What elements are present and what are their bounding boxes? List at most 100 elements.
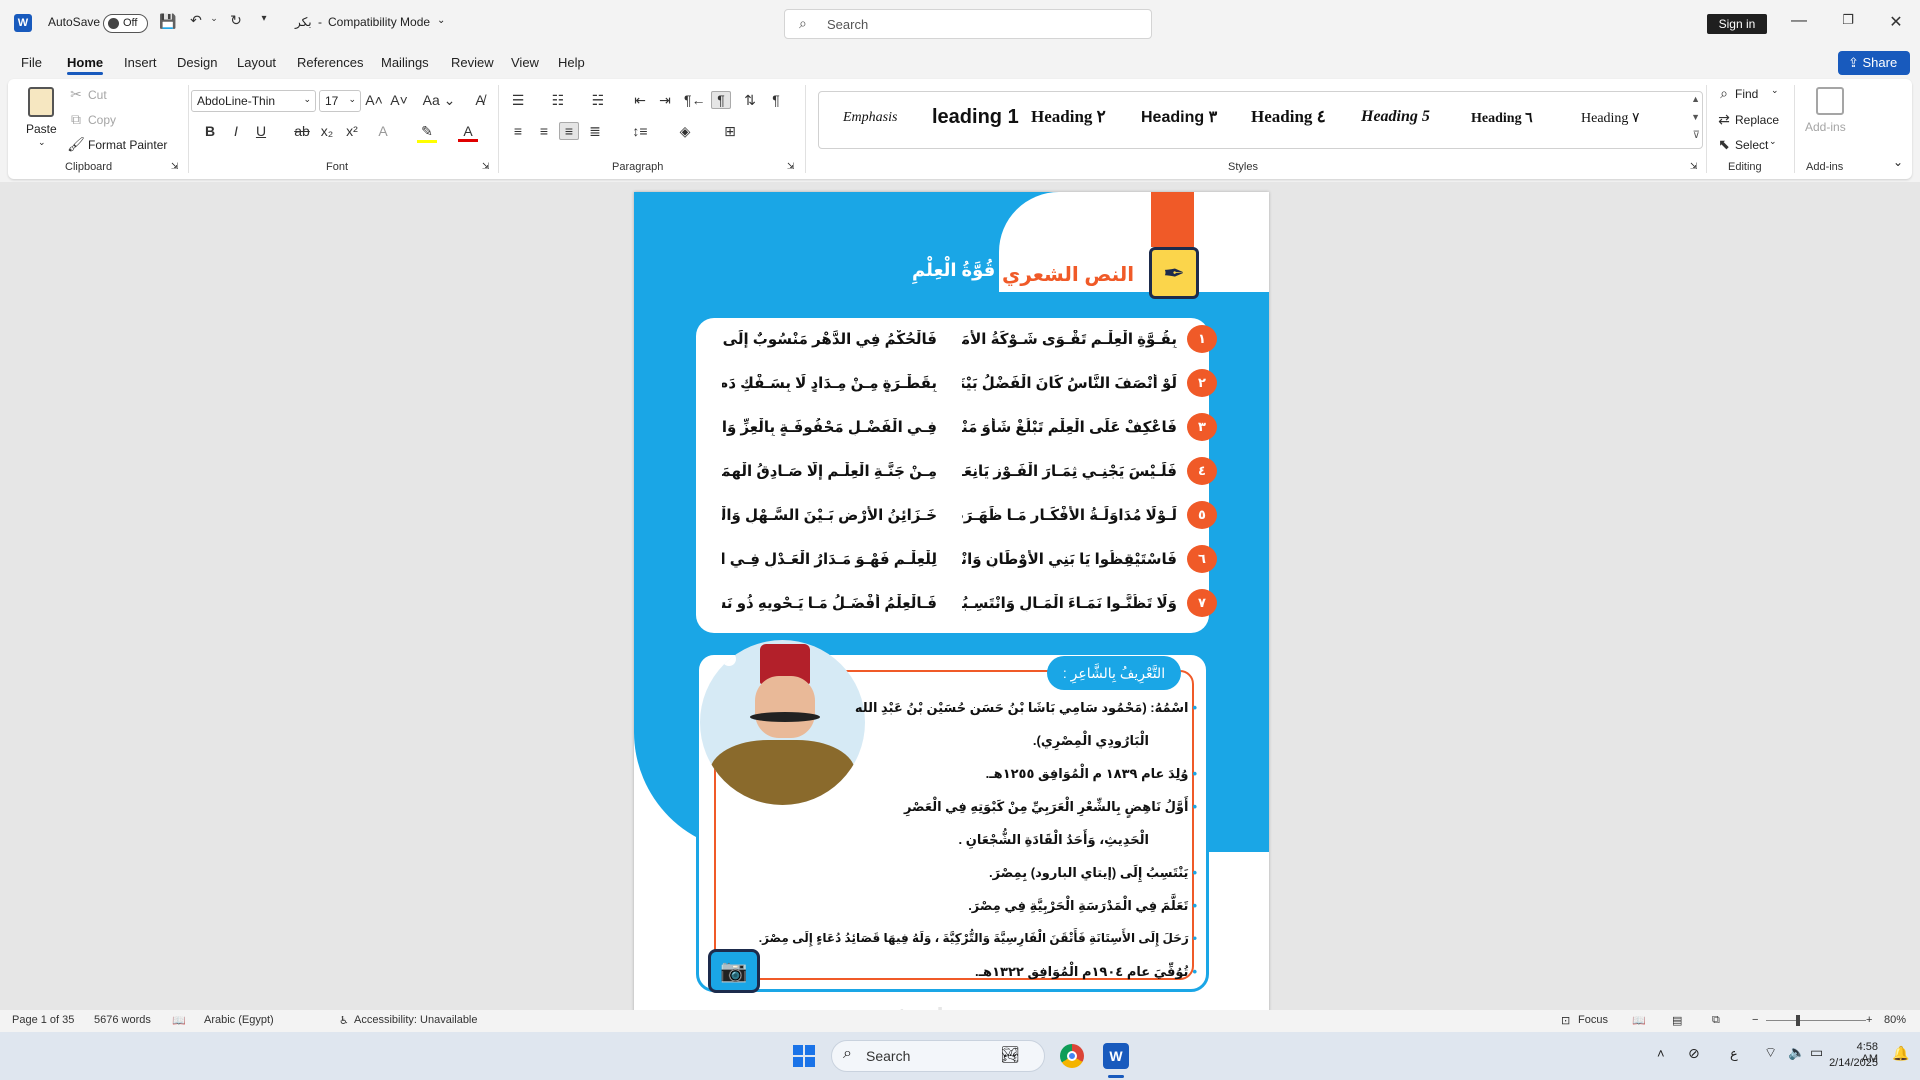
- dialog-launcher-icon[interactable]: ⇲: [1690, 161, 1698, 172]
- dialog-launcher-icon[interactable]: ⇲: [482, 161, 490, 172]
- select-button[interactable]: Select: [1735, 138, 1768, 152]
- font-name-select[interactable]: AbdoLine-Thin ⌄: [191, 90, 316, 112]
- replace-button[interactable]: Replace: [1735, 113, 1779, 127]
- increase-indent-icon[interactable]: ⇥: [655, 92, 675, 109]
- minimize-icon[interactable]: —: [1787, 12, 1811, 30]
- highlight-icon[interactable]: ✎: [417, 123, 437, 143]
- tab-mailings[interactable]: Mailings: [381, 55, 429, 70]
- align-center-icon[interactable]: ≡: [534, 123, 554, 139]
- grow-font-icon[interactable]: A˄: [364, 92, 384, 108]
- text-effects-icon[interactable]: A: [373, 123, 393, 139]
- ltr-icon[interactable]: ¶: [711, 91, 731, 109]
- paste-button[interactable]: Paste: [26, 122, 57, 136]
- windows-start-icon[interactable]: [793, 1045, 815, 1067]
- select-dropdown-icon[interactable]: ⌄: [1769, 136, 1777, 147]
- sort-icon[interactable]: ⇅: [740, 92, 760, 109]
- underline-icon[interactable]: U: [251, 123, 271, 139]
- zoom-level[interactable]: 80%: [1884, 1014, 1906, 1026]
- bold-icon[interactable]: B: [200, 123, 220, 139]
- print-layout-icon[interactable]: ▤: [1672, 1014, 1682, 1027]
- change-case-icon[interactable]: Aa ⌄: [422, 92, 456, 109]
- restore-icon[interactable]: ❐: [1836, 12, 1860, 28]
- numbering-icon[interactable]: ☷: [548, 92, 568, 109]
- save-icon[interactable]: 💾: [158, 13, 178, 30]
- input-language[interactable]: ع: [1730, 1046, 1738, 1062]
- focus-button[interactable]: Focus: [1578, 1014, 1608, 1026]
- shading-icon[interactable]: ◈: [675, 123, 695, 140]
- compatibility-mode-label[interactable]: Compatibility Mode: [328, 15, 430, 29]
- font-color-icon[interactable]: A: [458, 123, 478, 142]
- copy-icon[interactable]: ⧉: [66, 111, 86, 128]
- document-page[interactable]: ✒ النص الشعري قُوَّةُ الْعِلْمِ ١ بِقُـو…: [634, 192, 1269, 1010]
- multilevel-list-icon[interactable]: ☵: [588, 92, 608, 109]
- style-heading-6[interactable]: Heading ٦: [1471, 110, 1533, 127]
- autosave-toggle[interactable]: Off: [103, 14, 148, 33]
- show-marks-icon[interactable]: ¶: [766, 92, 786, 108]
- line-spacing-icon[interactable]: ↕≡: [630, 123, 650, 139]
- style-heading-3[interactable]: Heading ٣: [1141, 107, 1217, 127]
- language-indicator[interactable]: Arabic (Egypt): [204, 1014, 274, 1026]
- collapse-ribbon-icon[interactable]: ⌄: [1893, 155, 1903, 169]
- chrome-icon[interactable]: [1060, 1044, 1084, 1068]
- bullets-icon[interactable]: ☰: [508, 92, 528, 109]
- wifi-icon[interactable]: ⌔: [1764, 1044, 1777, 1062]
- chevron-up-icon[interactable]: ˄: [1657, 1046, 1665, 1061]
- taskbar-search-input[interactable]: ⌕ Search 🏞: [831, 1040, 1045, 1072]
- copy-button[interactable]: Copy: [88, 113, 116, 127]
- word-taskbar-icon[interactable]: W: [1103, 1043, 1129, 1069]
- volume-icon[interactable]: 🔈: [1788, 1044, 1805, 1061]
- paste-dropdown-icon[interactable]: ⌄: [38, 137, 46, 148]
- chevron-down-icon[interactable]: ⌄: [437, 15, 445, 26]
- paste-icon[interactable]: [28, 87, 54, 117]
- zoom-in-icon[interactable]: +: [1866, 1014, 1872, 1026]
- find-icon[interactable]: ⌕: [1714, 85, 1734, 102]
- superscript-icon[interactable]: x²: [342, 123, 362, 139]
- decrease-indent-icon[interactable]: ⇤: [630, 92, 650, 109]
- customize-qat-icon[interactable]: ▾: [254, 13, 274, 24]
- style-heading-5[interactable]: Heading 5: [1361, 108, 1430, 126]
- align-right-icon[interactable]: ≡: [559, 122, 579, 140]
- select-icon[interactable]: ⬉: [1714, 136, 1734, 153]
- add-ins-button[interactable]: Add-ins: [1805, 120, 1846, 134]
- tab-view[interactable]: View: [511, 55, 539, 70]
- find-dropdown-icon[interactable]: ⌄: [1771, 85, 1779, 96]
- font-size-select[interactable]: 17 ⌄: [319, 90, 361, 112]
- style-heading-7[interactable]: Heading ٧: [1581, 110, 1639, 127]
- document-canvas[interactable]: ✒ النص الشعري قُوَّةُ الْعِلْمِ ١ بِقُـو…: [0, 182, 1920, 1010]
- justify-icon[interactable]: ≣: [585, 123, 605, 140]
- styles-scroll-up-icon[interactable]: ▲: [1691, 94, 1700, 104]
- tab-references[interactable]: References: [297, 55, 363, 70]
- word-count[interactable]: 5676 words: [94, 1014, 151, 1026]
- tab-design[interactable]: Design: [177, 55, 217, 70]
- borders-icon[interactable]: ⊞: [720, 123, 740, 140]
- strikethrough-icon[interactable]: ab: [292, 123, 312, 139]
- web-layout-icon[interactable]: ⧉: [1712, 1014, 1720, 1027]
- network-off-icon[interactable]: ⊘: [1688, 1045, 1700, 1062]
- style-emphasis[interactable]: Emphasis: [843, 110, 897, 126]
- sign-in-button[interactable]: Sign in: [1707, 14, 1767, 34]
- cut-button[interactable]: Cut: [88, 88, 107, 102]
- style-heading-2[interactable]: Heading ٢: [1031, 107, 1106, 127]
- replace-icon[interactable]: ⇄: [1714, 111, 1734, 128]
- read-mode-icon[interactable]: 📖: [1632, 1014, 1646, 1027]
- undo-icon[interactable]: ↶: [186, 12, 206, 29]
- styles-scroll-down-icon[interactable]: ▼: [1691, 112, 1700, 122]
- cut-icon[interactable]: ✂: [66, 86, 86, 103]
- clock-date[interactable]: 2/14/2025: [1818, 1057, 1878, 1069]
- subscript-icon[interactable]: x₂: [317, 123, 337, 139]
- style-heading-1[interactable]: leading 1: [932, 106, 1019, 129]
- zoom-slider[interactable]: [1766, 1020, 1866, 1021]
- align-left-icon[interactable]: ≡: [508, 123, 528, 139]
- format-painter-icon[interactable]: 🖌: [66, 136, 86, 153]
- close-icon[interactable]: ✕: [1884, 12, 1908, 32]
- tab-review[interactable]: Review: [451, 55, 494, 70]
- undo-dropdown-icon[interactable]: ⌄: [204, 13, 224, 24]
- rtl-icon[interactable]: ¶←: [684, 92, 706, 108]
- styles-gallery[interactable]: Emphasis leading 1 Heading ٢ Heading ٣ H…: [818, 91, 1703, 149]
- proofing-icon[interactable]: 📖: [172, 1014, 186, 1027]
- zoom-out-icon[interactable]: −: [1752, 1014, 1758, 1026]
- dialog-launcher-icon[interactable]: ⇲: [171, 161, 179, 172]
- italic-icon[interactable]: I: [226, 123, 246, 139]
- share-button[interactable]: ⇪ Share ⌄: [1838, 51, 1910, 94]
- tab-help[interactable]: Help: [558, 55, 585, 70]
